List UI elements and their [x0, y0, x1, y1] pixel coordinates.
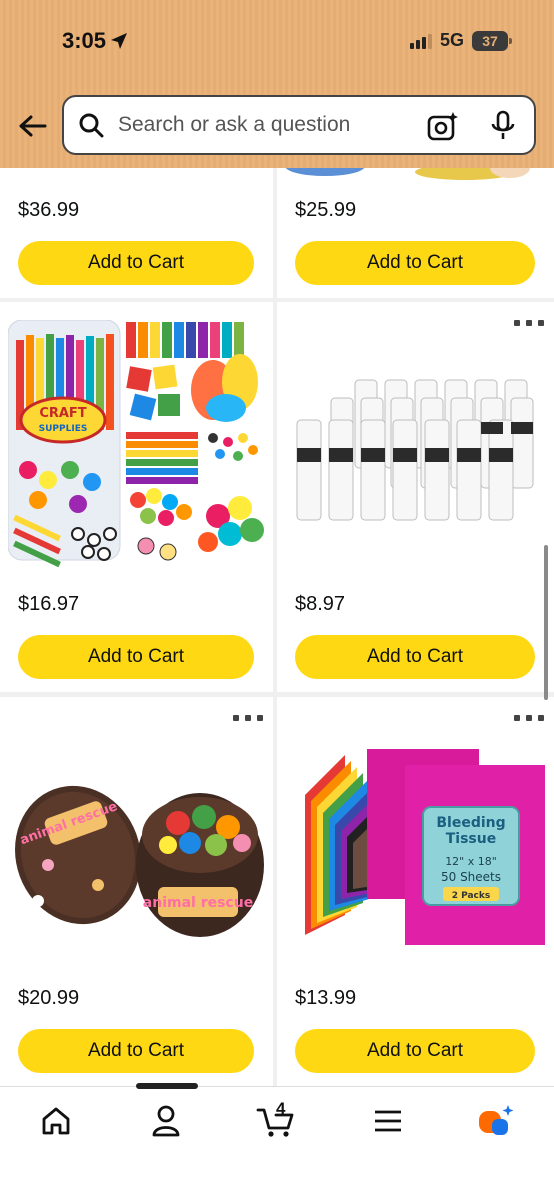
- cart-count-badge: 4: [276, 1099, 286, 1118]
- add-to-cart-button[interactable]: Add to Cart: [18, 1029, 254, 1073]
- add-to-cart-button[interactable]: Add to Cart: [295, 241, 535, 285]
- product-image-glue-sticks[interactable]: [285, 320, 547, 570]
- product-price: $25.99: [295, 199, 357, 221]
- product-image-label-line-2: SUPPLIES: [39, 424, 88, 434]
- search-input[interactable]: [118, 113, 408, 137]
- product-image-label-line-1: Bleeding: [436, 815, 505, 831]
- search-icon: [78, 111, 106, 139]
- account-icon[interactable]: [136, 1101, 196, 1141]
- product-image-label-line-3: 12" x 18": [445, 855, 497, 868]
- rufus-icon[interactable]: [466, 1101, 526, 1141]
- product-image-label: animal rescue: [143, 895, 253, 911]
- add-to-cart-button[interactable]: Add to Cart: [18, 635, 254, 679]
- bottom-tab-bar: 4: [0, 1083, 554, 1200]
- add-to-cart-button[interactable]: Add to Cart: [18, 241, 254, 285]
- back-arrow-icon[interactable]: [14, 108, 50, 144]
- status-time-text: 3:05: [62, 28, 107, 53]
- product-card[interactable]: $8.97 Add to Cart: [277, 302, 554, 692]
- product-image-craft-supplies[interactable]: CRAFT SUPPLIES: [8, 320, 266, 570]
- microphone-icon[interactable]: [488, 109, 518, 143]
- product-price: $20.99: [18, 987, 80, 1009]
- product-image-animal-rescue[interactable]: animal rescue animal rescue: [8, 715, 266, 965]
- product-image-label-line-1: CRAFT: [39, 406, 86, 421]
- camera-search-icon[interactable]: [426, 109, 460, 143]
- add-to-cart-button[interactable]: Add to Cart: [295, 1029, 535, 1073]
- scrollbar[interactable]: [544, 545, 548, 700]
- status-time: 3:05: [62, 28, 128, 54]
- product-card[interactable]: Bleeding Tissue 12" x 18" 50 Sheets 2 Pa…: [277, 697, 554, 1086]
- product-price: $36.99: [18, 199, 80, 221]
- battery-level: 37: [482, 32, 498, 49]
- menu-icon[interactable]: [358, 1101, 418, 1141]
- cart-icon[interactable]: 4: [246, 1099, 306, 1141]
- app-header: 3:05 5G 37: [0, 0, 554, 168]
- product-image-label-line-2: Tissue: [446, 831, 496, 847]
- home-icon[interactable]: [26, 1101, 86, 1141]
- product-image-bleeding-tissue[interactable]: Bleeding Tissue 12" x 18" 50 Sheets 2 Pa…: [285, 715, 547, 965]
- location-arrow-icon: [111, 33, 128, 49]
- network-label: 5G: [439, 30, 464, 50]
- battery-icon: 37: [472, 30, 512, 51]
- product-image-label-line-4: 50 Sheets: [441, 870, 501, 884]
- search-bar[interactable]: [62, 95, 536, 155]
- product-price: $16.97: [18, 593, 80, 615]
- product-card[interactable]: CRAFT SUPPLIES $16.97 Add to Cart: [0, 302, 273, 692]
- cell-signal-icon: [409, 33, 432, 49]
- product-price: $8.97: [295, 593, 346, 615]
- status-indicators: 5G 37: [409, 30, 512, 51]
- product-price: $13.99: [295, 987, 357, 1009]
- product-card[interactable]: animal rescue animal rescue $20.99 Add t…: [0, 697, 273, 1086]
- product-image-label-line-5: 2 Packs: [452, 891, 491, 901]
- add-to-cart-button[interactable]: Add to Cart: [295, 635, 535, 679]
- active-tab-indicator: [136, 1083, 198, 1089]
